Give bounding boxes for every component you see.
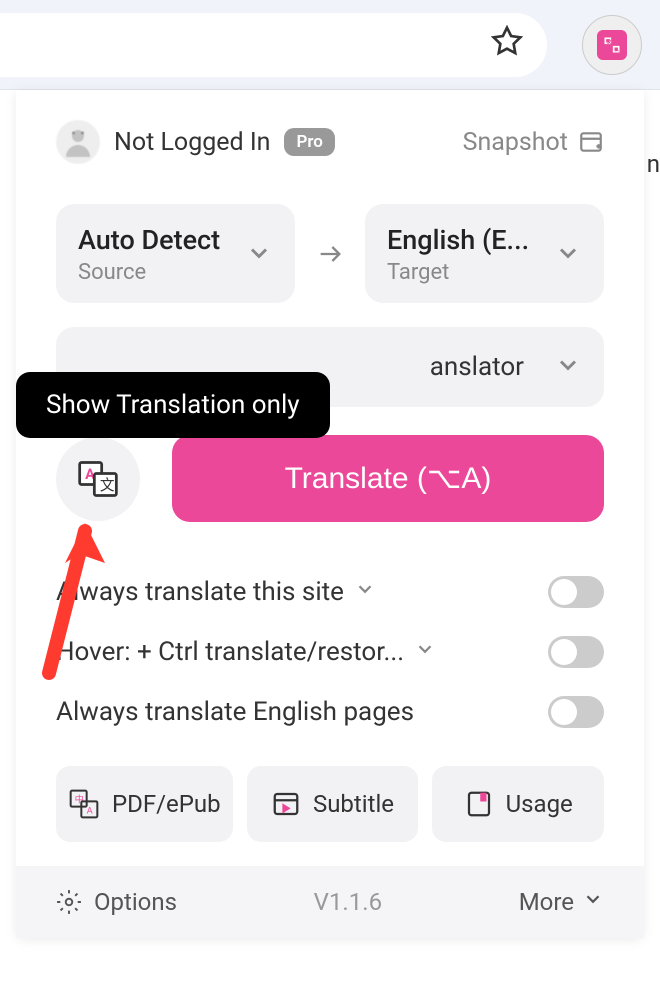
browser-toolbar: 文A	[0, 0, 660, 90]
setting-always-site-toggle[interactable]	[548, 576, 604, 608]
svg-text:A: A	[87, 805, 93, 816]
pro-badge: Pro	[284, 128, 334, 156]
setting-always-english: Always translate English pages	[56, 682, 604, 742]
bottom-buttons-row: 中 A PDF/ePub Subtitle	[56, 766, 604, 842]
setting-hover-toggle[interactable]	[548, 636, 604, 668]
snapshot-button[interactable]: Snapshot	[463, 128, 604, 157]
snapshot-label: Snapshot	[463, 128, 568, 157]
usage-label: Usage	[506, 790, 573, 818]
setting-hover: Hover: + Ctrl translate/restor...	[56, 622, 604, 682]
bookmark-star-icon[interactable]	[491, 25, 523, 65]
action-row: A 文 Translate (⌥A)	[56, 435, 604, 522]
pdf-epub-label: PDF/ePub	[112, 790, 221, 818]
svg-text:文: 文	[607, 38, 613, 45]
version-label: V1.1.6	[314, 888, 382, 916]
panel-header: Not Logged In Pro Snapshot	[56, 120, 604, 164]
source-language-label: Auto Detect	[78, 224, 220, 256]
subtitle-button[interactable]: Subtitle	[247, 766, 419, 842]
pdf-icon: 中 A	[68, 788, 100, 820]
extension-panel: Not Logged In Pro Snapshot Auto Detect S…	[16, 90, 644, 938]
avatar[interactable]	[56, 120, 100, 164]
page-edge-text: n	[647, 150, 660, 178]
more-button[interactable]: More	[519, 888, 604, 916]
source-sublabel: Source	[78, 260, 220, 285]
chevron-down-icon	[554, 239, 582, 271]
swap-languages-arrow[interactable]	[295, 204, 365, 303]
chevron-down-icon[interactable]	[354, 577, 376, 607]
language-selector-row: Auto Detect Source English (E... Target	[56, 204, 604, 303]
setting-always-site-label: Always translate this site	[56, 577, 344, 607]
setting-hover-label: Hover: + Ctrl translate/restor...	[56, 637, 404, 667]
svg-text:中: 中	[75, 794, 84, 806]
usage-icon	[464, 789, 494, 819]
snapshot-icon	[578, 129, 604, 155]
options-button[interactable]: Options	[56, 888, 177, 916]
chevron-down-icon[interactable]	[414, 637, 436, 667]
target-language-label: English (E...	[387, 224, 529, 256]
gear-icon	[56, 889, 82, 915]
target-sublabel: Target	[387, 260, 529, 285]
tooltip: Show Translation only	[16, 372, 330, 438]
chevron-down-icon	[582, 888, 604, 916]
translate-button[interactable]: Translate (⌥A)	[172, 435, 604, 522]
subtitle-icon	[271, 789, 301, 819]
usage-button[interactable]: Usage	[432, 766, 604, 842]
pdf-epub-button[interactable]: 中 A PDF/ePub	[56, 766, 233, 842]
translation-mode-button[interactable]: A 文	[56, 437, 140, 521]
setting-always-site: Always translate this site	[56, 562, 604, 622]
translate-extension-icon: 文A	[597, 30, 627, 60]
setting-always-english-label: Always translate English pages	[56, 697, 414, 727]
target-language-selector[interactable]: English (E... Target	[365, 204, 604, 303]
login-status[interactable]: Not Logged In	[114, 128, 270, 157]
more-label: More	[519, 888, 574, 916]
subtitle-label: Subtitle	[313, 790, 394, 818]
setting-always-english-toggle[interactable]	[548, 696, 604, 728]
address-bar-area	[0, 13, 547, 77]
source-language-selector[interactable]: Auto Detect Source	[56, 204, 295, 303]
chevron-down-icon	[245, 239, 273, 271]
panel-footer: Options V1.1.6 More	[16, 866, 644, 938]
svg-text:文: 文	[100, 476, 115, 494]
extension-button[interactable]: 文A	[582, 15, 642, 75]
options-label: Options	[94, 888, 177, 916]
chevron-down-icon	[554, 351, 582, 383]
